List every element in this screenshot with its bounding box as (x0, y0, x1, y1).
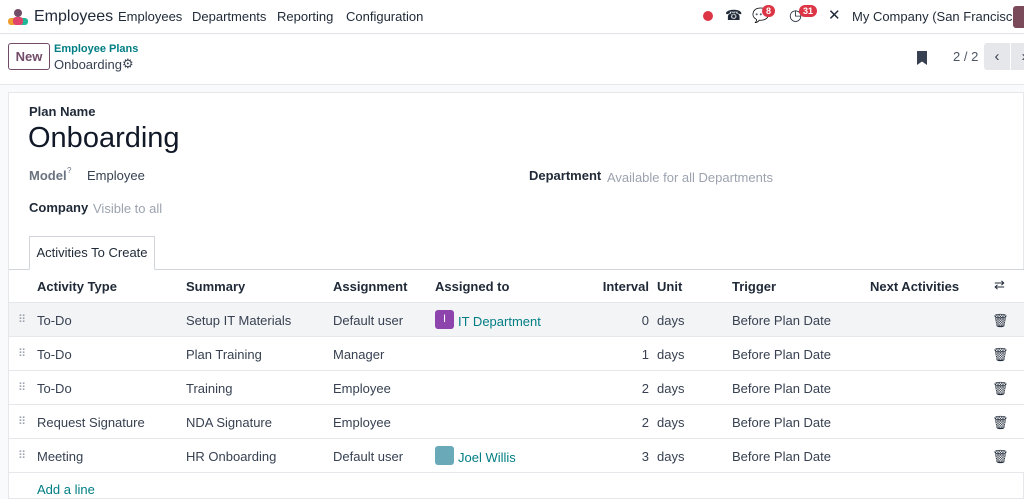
drag-handle-icon[interactable]: ⠿ (18, 313, 26, 326)
cell-activity-type: Meeting (37, 449, 84, 464)
cell-activity-type: To-Do (37, 313, 72, 328)
company-switcher[interactable]: My Company (San Francisco) (852, 9, 1024, 24)
trash-icon[interactable]: 🗑 (992, 313, 1009, 329)
col-activity-type[interactable]: Activity Type (37, 279, 117, 294)
model-help-icon[interactable]: ? (67, 166, 71, 175)
tools-icon[interactable]: ✕ (828, 6, 841, 24)
menu-departments[interactable]: Departments (192, 9, 266, 24)
control-panel: New Employee Plans Onboarding ⚙ 2 / 2 ‹ … (0, 35, 1024, 85)
cell-assignment: Employee (333, 415, 391, 430)
plan-name-field[interactable]: Onboarding (28, 122, 180, 155)
pager-previous-button[interactable]: ‹ (984, 43, 1010, 70)
cell-unit: days (657, 347, 685, 362)
cell-trigger: Before Plan Date (732, 449, 832, 464)
breadcrumb-employee-plans[interactable]: Employee Plans (54, 43, 138, 55)
table-row[interactable]: ⠿ To-Do Training Employee 2 days Before P… (9, 371, 1024, 405)
col-summary[interactable]: Summary (186, 279, 245, 294)
cell-assignment: Default user (333, 313, 404, 328)
menu-reporting[interactable]: Reporting (277, 9, 333, 24)
top-navbar: Employees Employees Departments Reportin… (0, 0, 1024, 34)
trash-icon[interactable]: 🗑 (992, 449, 1009, 465)
new-button[interactable]: New (8, 43, 50, 70)
table-row[interactable]: ⠿ Meeting HR Onboarding Default user Joel… (9, 439, 1024, 473)
col-interval[interactable]: Interval (580, 279, 649, 294)
cell-activity-type: To-Do (37, 347, 72, 362)
col-unit[interactable]: Unit (657, 279, 682, 294)
trash-icon[interactable]: 🗑 (992, 381, 1009, 397)
model-label: Model (29, 168, 67, 183)
drag-handle-icon[interactable]: ⠿ (18, 449, 26, 462)
trash-icon[interactable]: 🗑 (992, 347, 1009, 363)
phone-icon[interactable]: ☎ (725, 7, 742, 24)
cell-assignment: Default user (333, 449, 404, 464)
bookmark-icon[interactable] (917, 51, 927, 65)
plan-name-label: Plan Name (29, 104, 96, 119)
tab-activities-to-create[interactable]: Activities To Create (29, 236, 155, 270)
col-assignment[interactable]: Assignment (333, 279, 407, 294)
col-next-activities[interactable]: Next Activities (870, 279, 959, 294)
add-line-link[interactable]: Add a line (37, 482, 95, 497)
cell-assigned-to[interactable]: Joel Willis (458, 450, 516, 465)
breadcrumb-current: Onboarding (54, 57, 122, 72)
cell-unit: days (657, 313, 685, 328)
cell-assignment: Employee (333, 381, 391, 396)
department-label: Department (529, 168, 602, 183)
cell-summary: Setup IT Materials (186, 313, 292, 328)
cell-unit: days (657, 415, 685, 430)
user-avatar[interactable] (1013, 6, 1024, 28)
cell-summary: Plan Training (186, 347, 262, 362)
cell-interval: 2 (641, 381, 649, 396)
cell-unit: days (657, 381, 685, 396)
gear-icon[interactable]: ⚙ (122, 56, 134, 72)
cell-activity-type: To-Do (37, 381, 72, 396)
cell-assigned-to[interactable]: IT Department (458, 314, 541, 329)
drag-handle-icon[interactable]: ⠿ (18, 347, 26, 360)
app-title[interactable]: Employees (34, 8, 113, 26)
table-row[interactable]: ⠿ To-Do Plan Training Manager 1 days Befo… (9, 337, 1024, 371)
menu-employees[interactable]: Employees (118, 9, 182, 24)
cell-trigger: Before Plan Date (732, 347, 832, 362)
col-trigger[interactable]: Trigger (732, 279, 776, 294)
cell-interval: 2 (641, 415, 649, 430)
assigned-avatar: I (435, 310, 454, 329)
trash-icon[interactable]: 🗑 (992, 415, 1009, 431)
cell-interval: 1 (641, 347, 649, 362)
menu-configuration[interactable]: Configuration (346, 9, 423, 24)
messages-badge: 8 (762, 5, 776, 17)
optional-columns-icon[interactable]: ⇄ (994, 277, 1005, 293)
pager-value: 2 / 2 (953, 49, 979, 64)
cell-trigger: Before Plan Date (732, 313, 832, 328)
cell-interval: 3 (641, 449, 649, 464)
cell-activity-type: Request Signature (37, 415, 145, 430)
pager-next-button[interactable]: › (1011, 43, 1024, 70)
cell-summary: NDA Signature (186, 415, 272, 430)
drag-handle-icon[interactable]: ⠿ (18, 381, 26, 394)
assigned-avatar (435, 446, 454, 465)
table-row[interactable]: ⠿ Request Signature NDA Signature Employ… (9, 405, 1024, 439)
status-dot-icon[interactable] (703, 11, 713, 21)
model-field[interactable]: Employee (87, 168, 145, 183)
cell-trigger: Before Plan Date (732, 415, 832, 430)
cell-assignment: Manager (333, 347, 385, 362)
cell-trigger: Before Plan Date (732, 381, 832, 396)
drag-handle-icon[interactable]: ⠿ (18, 415, 26, 428)
department-field[interactable]: Available for all Departments (607, 170, 773, 185)
company-field[interactable]: Visible to all (93, 201, 162, 216)
activities-badge: 31 (799, 5, 818, 17)
employees-app-icon (8, 9, 28, 25)
cell-interval: 0 (641, 313, 649, 328)
company-label: Company (29, 200, 89, 215)
cell-summary: Training (186, 381, 233, 396)
table-row[interactable]: ⠿ To-Do Setup IT Materials Default user I… (9, 303, 1024, 337)
cell-summary: HR Onboarding (186, 449, 277, 464)
col-assigned-to[interactable]: Assigned to (435, 279, 509, 294)
cell-unit: days (657, 449, 685, 464)
